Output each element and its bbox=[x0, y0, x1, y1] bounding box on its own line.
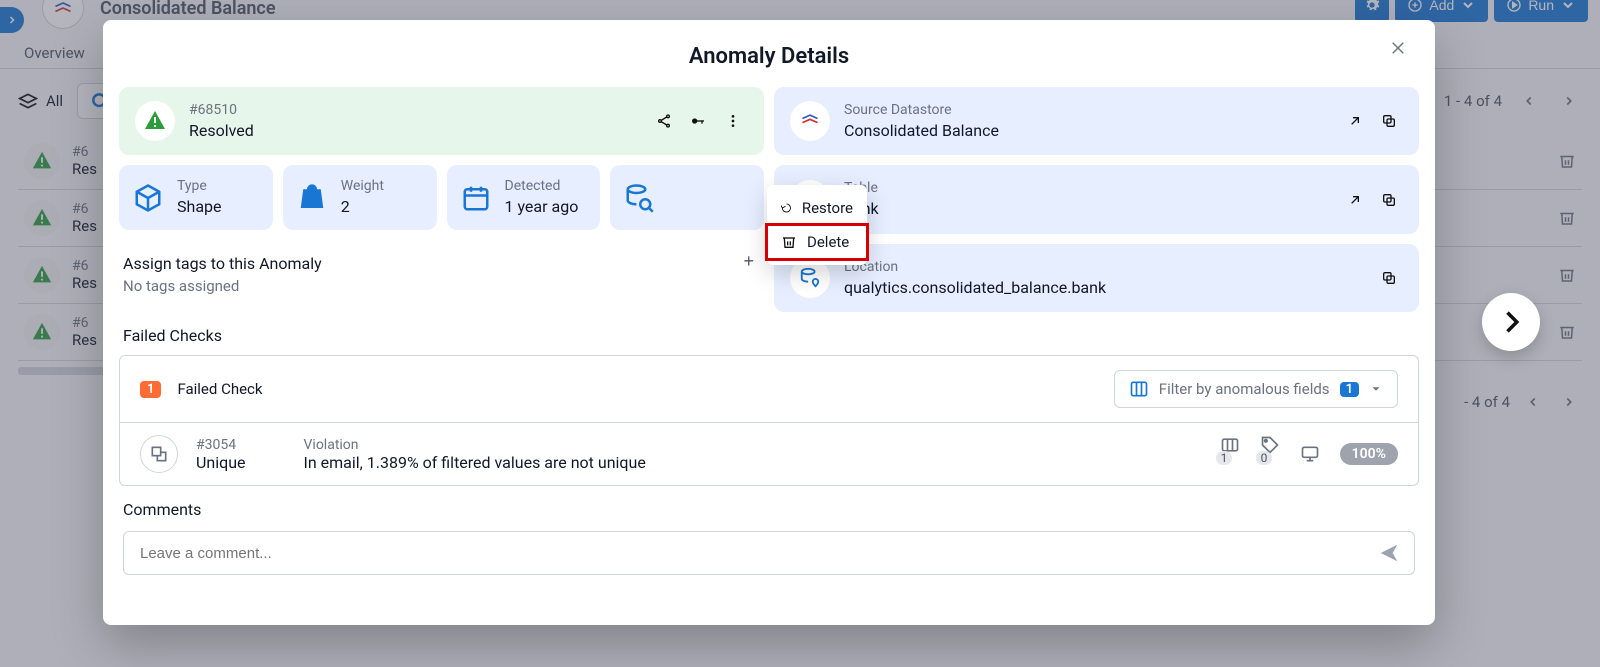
calendar-icon bbox=[461, 183, 491, 213]
open-link[interactable] bbox=[1341, 186, 1369, 214]
failed-check-label: Failed Check bbox=[177, 380, 262, 398]
tags-empty: No tags assigned bbox=[123, 277, 760, 295]
copy-button[interactable] bbox=[1375, 264, 1403, 292]
violation-text: In email, 1.389% of filtered values are … bbox=[304, 453, 646, 472]
location-card: Locationqualytics.consolidated_balance.b… bbox=[774, 244, 1419, 312]
db-pin-icon bbox=[799, 267, 821, 289]
tags-button[interactable]: 0 bbox=[1260, 435, 1280, 473]
datastore-glyph bbox=[800, 111, 820, 131]
violation-label: Violation bbox=[304, 437, 646, 453]
share-button[interactable] bbox=[650, 107, 678, 135]
menu-delete[interactable]: Delete bbox=[767, 225, 867, 259]
unique-icon bbox=[149, 444, 169, 464]
metric-weight: Weight2 bbox=[283, 165, 437, 229]
failed-checks-box: 1 Failed Check Filter by anomalous field… bbox=[119, 355, 1419, 486]
menu-delete-label: Delete bbox=[807, 233, 849, 251]
copy-button[interactable] bbox=[1375, 107, 1403, 135]
monitor-button[interactable] bbox=[1300, 444, 1320, 464]
filter-anomalous-fields[interactable]: Filter by anomalous fields 1 bbox=[1114, 370, 1398, 408]
weight-icon bbox=[297, 183, 327, 213]
filter-count: 1 bbox=[1340, 382, 1359, 397]
db-search-icon bbox=[624, 183, 654, 213]
metric-scan: Scan bbox=[610, 165, 764, 229]
copy-button[interactable] bbox=[1375, 186, 1403, 214]
status-card: #68510 Resolved bbox=[119, 87, 764, 155]
more-menu-button[interactable] bbox=[718, 106, 748, 136]
menu-restore-label: Restore bbox=[802, 199, 853, 217]
comments-title: Comments bbox=[119, 486, 1419, 527]
cube-icon bbox=[133, 183, 163, 213]
source-datastore-card: Source DatastoreConsolidated Balance bbox=[774, 87, 1419, 155]
tags-title: Assign tags to this Anomaly bbox=[123, 254, 760, 273]
anomaly-details-modal: Anomaly Details #68510 Resolved bbox=[103, 20, 1435, 625]
open-link[interactable] bbox=[1341, 107, 1369, 135]
metric-detected: Detected1 year ago bbox=[447, 165, 601, 229]
close-icon bbox=[1389, 39, 1407, 57]
arrow-up-right-icon bbox=[1347, 192, 1363, 208]
failed-checks-header: 1 Failed Check Filter by anomalous field… bbox=[120, 356, 1418, 423]
check-id: #3054 bbox=[196, 437, 246, 453]
monitor-icon bbox=[1300, 444, 1320, 464]
triangle-alert-icon bbox=[143, 109, 167, 133]
tags-count: 0 bbox=[1256, 451, 1273, 465]
left-column: #68510 Resolved TypeShape bbox=[119, 87, 764, 312]
columns-button[interactable]: 1 bbox=[1220, 435, 1240, 473]
datastore-icon bbox=[790, 101, 830, 141]
metrics-row: TypeShape Weight2 Detected1 year ago Sca… bbox=[119, 165, 764, 229]
metric-type: TypeShape bbox=[119, 165, 273, 229]
chevron-down-icon bbox=[1369, 382, 1383, 396]
anomaly-id: #68510 bbox=[189, 101, 254, 120]
add-tag-button[interactable]: + bbox=[737, 250, 760, 273]
comment-input-wrap[interactable] bbox=[123, 531, 1415, 575]
kebab-menu: Restore Delete bbox=[767, 185, 867, 265]
comment-input[interactable] bbox=[138, 544, 1378, 563]
table-card: Tablebank bbox=[774, 165, 1419, 233]
columns-icon bbox=[1129, 379, 1149, 399]
arrow-up-right-icon bbox=[1347, 113, 1363, 129]
copy-icon bbox=[1381, 113, 1397, 129]
cols-count: 1 bbox=[1216, 451, 1233, 465]
send-icon bbox=[1378, 542, 1400, 564]
check-row-actions: 1 0 100% bbox=[1220, 435, 1398, 473]
close-button[interactable] bbox=[1383, 38, 1413, 58]
failed-count-badge: 1 bbox=[140, 381, 161, 398]
failed-check-row[interactable]: #3054 Unique Violation In email, 1.389% … bbox=[120, 423, 1418, 485]
next-anomaly-fab[interactable] bbox=[1482, 293, 1540, 351]
trash-icon bbox=[781, 234, 797, 250]
check-type: Unique bbox=[196, 453, 246, 472]
copy-icon bbox=[1381, 270, 1397, 286]
percent-pill: 100% bbox=[1340, 443, 1398, 465]
restore-icon bbox=[781, 200, 792, 216]
send-button[interactable] bbox=[1378, 542, 1400, 564]
modal-title: Anomaly Details bbox=[103, 20, 1435, 87]
key-icon bbox=[690, 111, 706, 131]
menu-restore[interactable]: Restore bbox=[767, 191, 867, 225]
dots-vertical-icon bbox=[725, 113, 741, 129]
tags-section: Assign tags to this Anomaly No tags assi… bbox=[119, 240, 764, 303]
check-type-icon bbox=[140, 435, 178, 473]
alert-icon bbox=[135, 101, 175, 141]
key-button[interactable] bbox=[684, 107, 712, 135]
anomaly-status: Resolved bbox=[189, 120, 254, 142]
share-icon bbox=[656, 112, 672, 130]
failed-checks-title: Failed Checks bbox=[119, 312, 1419, 355]
right-column: Source DatastoreConsolidated Balance Tab… bbox=[774, 87, 1419, 312]
filter-label: Filter by anomalous fields bbox=[1159, 380, 1330, 398]
copy-icon bbox=[1381, 192, 1397, 208]
chevron-right-icon bbox=[1497, 308, 1525, 336]
